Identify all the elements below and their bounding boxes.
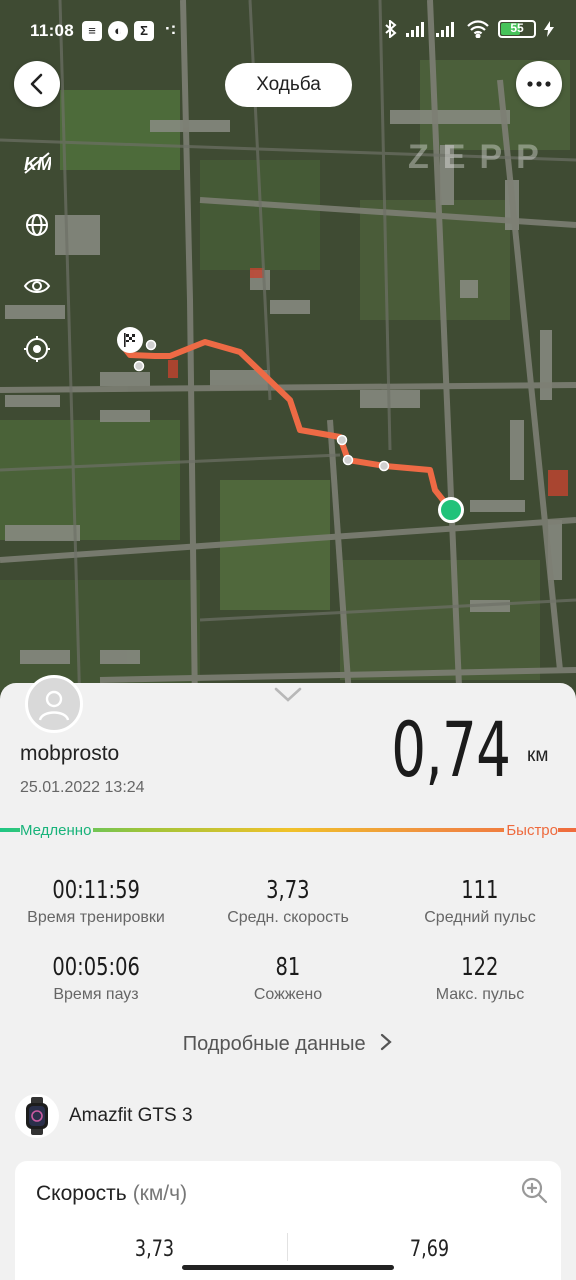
speed-card-title: Скорость (км/ч) (36, 1182, 188, 1205)
back-button[interactable] (14, 61, 60, 107)
start-flag-icon (117, 327, 143, 353)
stat-workout-time: 00:11:59 Время тренировки (27, 875, 165, 926)
watch-icon (15, 1094, 59, 1138)
globe-icon[interactable] (22, 210, 52, 240)
user-placeholder-icon (38, 690, 70, 721)
bluetooth-icon (385, 20, 397, 38)
back-arrow-icon (30, 73, 43, 95)
speed-avg-value: 3,73 (134, 1237, 175, 1262)
slow-label: Медленно (20, 822, 94, 839)
stat-avg-speed: 3,73 Средн. скорость (227, 875, 349, 926)
sigma-icon: Σ (134, 21, 154, 41)
more-options-button[interactable] (516, 61, 562, 107)
eye-icon[interactable] (22, 271, 52, 301)
distance-value: 0,74 (391, 705, 511, 794)
activity-type-pill: Ходьба (225, 63, 352, 107)
detailed-data-link[interactable]: Подробные данные (0, 1033, 576, 1056)
signal-icon (406, 22, 424, 37)
signal-icon (436, 22, 454, 37)
stat-avg-heart-rate: 111 Средний пульс (424, 875, 536, 926)
fast-label: Быстро (504, 822, 558, 839)
more-notifications-icon: ·: (165, 19, 177, 38)
route-map[interactable]: ZEPP KM Ходьба 11:08 ≡ ◐ Σ ·: 55 (0, 0, 576, 710)
speed-card[interactable]: Скорость (км/ч) 3,73 7,69 (15, 1161, 561, 1280)
more-dots-icon (527, 81, 551, 87)
distance-unit: км (527, 745, 549, 766)
speed-max-value: 7,69 (409, 1237, 450, 1262)
charging-icon (544, 21, 554, 37)
collapse-chevron-icon[interactable] (274, 686, 302, 709)
stat-pause-time: 00:05:06 Время пауз (52, 952, 140, 1003)
clock: 11:08 (30, 21, 75, 40)
zoom-in-icon[interactable] (519, 1175, 549, 1210)
detailed-data-label: Подробные данные (182, 1033, 366, 1055)
username: mobprosto (20, 742, 120, 765)
device-name: Amazfit GTS 3 (69, 1105, 193, 1126)
card-divider (287, 1233, 288, 1261)
wifi-icon (467, 20, 489, 38)
stat-calories: 81 Сожжено (253, 952, 323, 1003)
chevron-right-icon (381, 1033, 392, 1051)
avatar[interactable] (25, 675, 83, 733)
stat-max-heart-rate: 122 Макс. пульс (435, 952, 525, 1003)
home-indicator[interactable] (182, 1265, 394, 1270)
status-bar: 11:08 ≡ ◐ Σ ·: 55 (0, 0, 576, 62)
app-icon: ◐ (108, 21, 128, 41)
finish-marker (438, 497, 464, 523)
zepp-watermark: ZEPP (408, 138, 553, 176)
workout-datetime: 25.01.2022 13:24 (20, 779, 145, 796)
km-markers-icon[interactable]: KM (22, 148, 52, 178)
locate-icon[interactable] (22, 334, 52, 364)
message-icon: ≡ (82, 21, 102, 41)
battery-icon: 55 (498, 20, 536, 38)
